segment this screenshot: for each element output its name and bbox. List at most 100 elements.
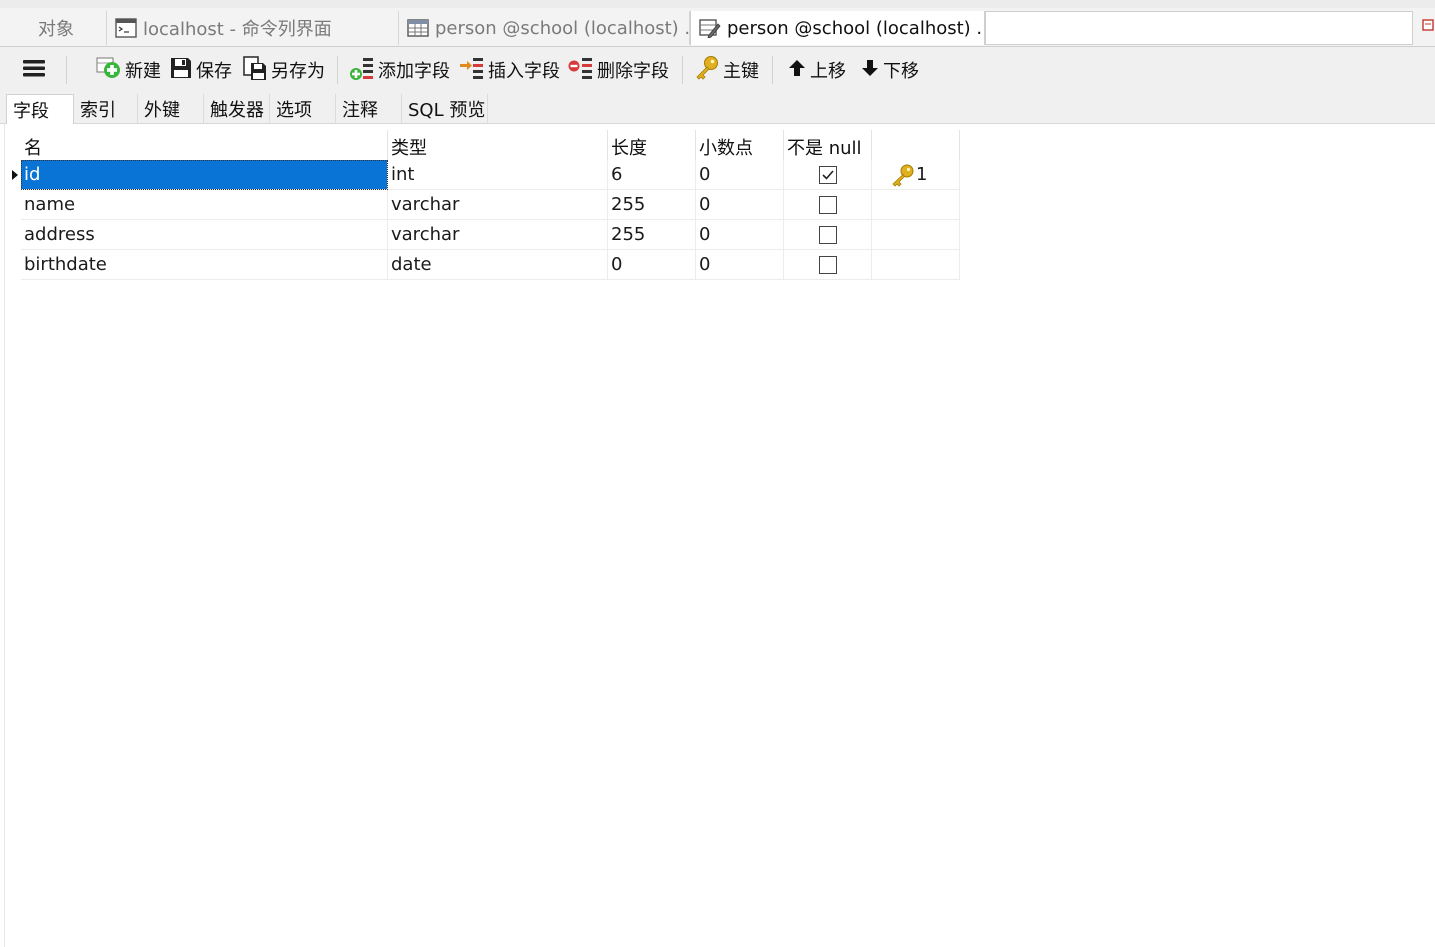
move-down-label: 下移 (883, 61, 919, 82)
subtab-label: 字段 (13, 100, 49, 122)
subtab-fields[interactable]: 字段 (6, 94, 74, 124)
key-order: 1 (916, 164, 928, 185)
cell-field-name-text: birthdate (24, 254, 107, 275)
cell-field-name[interactable]: address (21, 220, 388, 250)
tab-overflow-icon[interactable] (1421, 18, 1435, 38)
cell-field-decimals-text: 0 (699, 194, 711, 215)
cell-field-type[interactable]: date (388, 250, 608, 280)
new-label: 新建 (125, 61, 161, 82)
not-null-checkbox[interactable] (818, 195, 837, 214)
tab-label: localhost - 命令列界面 (143, 19, 332, 40)
subtab-sql-preview[interactable]: SQL 预览 (402, 94, 488, 123)
cell-not-null[interactable] (784, 190, 872, 220)
arrow-up-icon (787, 57, 810, 84)
cell-field-name-text: id (24, 164, 41, 185)
hamburger-icon (22, 56, 49, 85)
save-button[interactable]: 保存 (169, 55, 232, 85)
save-as-icon (242, 55, 271, 86)
cell-field-length-text: 255 (611, 194, 646, 215)
cell-key[interactable]: 1 (872, 160, 960, 190)
delete-field-button[interactable]: 删除字段 (568, 55, 669, 85)
cell-field-type[interactable]: varchar (388, 220, 608, 250)
cell-field-name[interactable]: id (21, 160, 388, 190)
cell-field-type-text: date (391, 254, 432, 275)
save-label: 保存 (196, 61, 232, 82)
cell-field-decimals-text: 0 (699, 164, 711, 185)
subtab-label: 外键 (144, 99, 180, 121)
column-header-label: 长度 (611, 138, 647, 159)
cell-field-decimals[interactable]: 0 (696, 220, 784, 250)
add-field-button[interactable]: 添加字段 (349, 55, 450, 85)
cell-field-length-text: 0 (611, 254, 623, 275)
cell-field-decimals[interactable]: 0 (696, 160, 784, 190)
save-as-button[interactable]: 另存为 (242, 55, 325, 85)
cell-field-decimals[interactable]: 0 (696, 250, 784, 280)
new-button[interactable]: 新建 (96, 55, 161, 85)
cell-field-type-text: varchar (391, 194, 460, 215)
subtab-indexes[interactable]: 索引 (74, 94, 138, 123)
primary-key-label: 主键 (723, 61, 759, 82)
subtab-options[interactable]: 选项 (270, 94, 336, 123)
insert-field-icon (459, 55, 488, 86)
document-tab-bar: 对象 localhost - 命令列界面 person @school (loc… (0, 8, 1435, 47)
column-header-length[interactable]: 长度 (608, 130, 696, 160)
tab-objects[interactable]: 对象 (6, 11, 107, 45)
column-header-key[interactable] (872, 130, 960, 160)
save-icon (169, 56, 196, 85)
toolbar-separator (772, 56, 773, 84)
tab-console[interactable]: localhost - 命令列界面 (107, 11, 399, 45)
table-design-icon (699, 18, 721, 39)
cell-field-length-text: 6 (611, 164, 623, 185)
column-header-not-null[interactable]: 不是 null (784, 130, 872, 160)
insert-field-button[interactable]: 插入字段 (459, 55, 560, 85)
tab-table-data[interactable]: person @school (localhost) ... (399, 11, 690, 45)
subtab-label: 索引 (80, 99, 116, 121)
tab-label: person @school (localhost) ... (727, 17, 985, 39)
subtab-triggers[interactable]: 触发器 (204, 94, 270, 123)
cell-field-decimals-text: 0 (699, 254, 711, 275)
cell-field-length[interactable]: 255 (608, 220, 696, 250)
column-header-label: 类型 (391, 138, 427, 159)
move-up-button[interactable]: 上移 (787, 55, 846, 85)
not-null-checkbox[interactable] (818, 255, 837, 274)
cell-not-null[interactable] (784, 160, 872, 190)
cell-field-decimals[interactable]: 0 (696, 190, 784, 220)
primary-key-button[interactable]: 主键 (694, 55, 759, 85)
column-header-type[interactable]: 类型 (388, 130, 608, 160)
not-null-checkbox[interactable] (818, 165, 837, 184)
cell-key[interactable] (872, 220, 960, 250)
delete-field-icon (568, 55, 597, 86)
console-icon (115, 18, 137, 38)
cell-not-null[interactable] (784, 220, 872, 250)
cell-field-length[interactable]: 255 (608, 190, 696, 220)
cell-field-length[interactable]: 6 (608, 160, 696, 190)
cell-field-name[interactable]: birthdate (21, 250, 388, 280)
cell-field-name[interactable]: name (21, 190, 388, 220)
menu-button[interactable] (22, 55, 49, 85)
not-null-checkbox[interactable] (818, 225, 837, 244)
subtab-comments[interactable]: 注释 (336, 94, 402, 123)
designer-toolbar: 新建 保存 另存为 添加字段 插入字段 删除字段 主键 上移 下移 (0, 47, 1435, 93)
cell-field-type[interactable]: int (388, 160, 608, 190)
arrow-down-icon (860, 57, 883, 84)
subtab-label: SQL 预览 (408, 99, 486, 121)
cell-field-type[interactable]: varchar (388, 190, 608, 220)
designer-subtabs: 字段 索引 外键 触发器 选项 注释 SQL 预览 (0, 93, 1435, 124)
cell-field-length[interactable]: 0 (608, 250, 696, 280)
move-down-button[interactable]: 下移 (860, 55, 919, 85)
subtab-label: 选项 (276, 99, 312, 121)
subtab-foreign-keys[interactable]: 外键 (138, 94, 204, 123)
column-header-decimals[interactable]: 小数点 (696, 130, 784, 160)
cell-key[interactable] (872, 250, 960, 280)
cell-key[interactable] (872, 190, 960, 220)
tab-table-design[interactable]: person @school (localhost) ... (690, 11, 985, 45)
cell-not-null[interactable] (784, 250, 872, 280)
add-field-label: 添加字段 (378, 61, 450, 82)
primary-key-icon (890, 163, 916, 187)
column-header-name[interactable]: 名 (21, 130, 388, 160)
column-header-label: 小数点 (699, 138, 753, 159)
toolbar-separator (66, 56, 67, 84)
tab-label: person @school (localhost) ... (435, 17, 690, 39)
tab-bar-empty-area (985, 11, 1413, 45)
current-row-indicator (12, 170, 18, 180)
